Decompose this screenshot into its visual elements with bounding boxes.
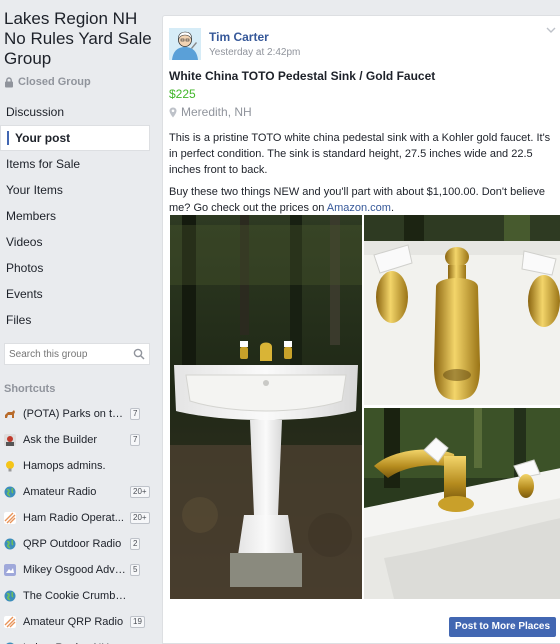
- photo-icon: [4, 564, 16, 576]
- shortcut-item[interactable]: Mikey Osgood Adve... 5: [0, 557, 158, 583]
- dog-icon: [5, 410, 15, 418]
- shortcut-label: Mikey Osgood Adve...: [23, 564, 127, 576]
- shortcuts-list: (POTA) Parks on the ... 7 Ask the Builder 7…: [0, 401, 158, 644]
- notification-count-badge: 7: [130, 434, 141, 446]
- post-timestamp[interactable]: Yesterday at 2:42pm: [209, 47, 300, 58]
- group-title[interactable]: Lakes Region NH No Rules Yard Sale Group: [0, 0, 158, 69]
- nav-item-items-for-sale[interactable]: Items for Sale: [0, 151, 158, 177]
- left-sidebar: Lakes Region NH No Rules Yard Sale Group…: [0, 0, 158, 644]
- photo-pedestal-sink[interactable]: [170, 215, 362, 599]
- shortcut-label: Hamops admins.: [23, 460, 106, 472]
- lines-icon: [4, 512, 16, 524]
- nav-item-events[interactable]: Events: [0, 281, 158, 307]
- photo-faucet-side[interactable]: [364, 408, 560, 599]
- nav-item-videos[interactable]: Videos: [0, 229, 158, 255]
- listing-price: $225: [169, 87, 196, 101]
- shortcut-label: Amateur Radio: [23, 486, 97, 498]
- listing-location: Meredith, NH: [163, 102, 560, 120]
- post-text: .: [390, 202, 395, 214]
- sale-post: Tim Carter Yesterday at 2:42pm White Chi…: [162, 15, 560, 644]
- notification-count-badge: 20+: [130, 512, 150, 524]
- shortcut-label: QRP Outdoor Radio: [23, 538, 122, 550]
- nav-item-discussion[interactable]: Discussion: [0, 99, 158, 125]
- search-input[interactable]: [9, 348, 133, 360]
- group-nav: Discussion Your post Items for Sale Your It…: [0, 99, 158, 333]
- shortcut-item[interactable]: Ham Radio Operat... 20+: [0, 505, 158, 531]
- photo-grid: [170, 215, 560, 599]
- shortcut-item[interactable]: Amateur QRP Radio 19: [0, 609, 158, 635]
- search-icon[interactable]: [133, 348, 145, 360]
- shortcut-item[interactable]: The Cookie Crumble Q...: [0, 583, 158, 609]
- shortcut-item[interactable]: Hamops admins.: [0, 453, 158, 479]
- builder-icon: [4, 434, 16, 446]
- notification-count-badge: 20+: [130, 486, 150, 498]
- amazon-link[interactable]: Amazon.com: [327, 202, 391, 214]
- globe-icon: [4, 486, 16, 498]
- shortcut-item[interactable]: Ask the Builder 7: [0, 427, 158, 453]
- nav-item-your-items[interactable]: Your Items: [0, 177, 158, 203]
- photo-gold-faucet[interactable]: [364, 215, 560, 405]
- shortcuts-heading: Shortcuts: [4, 383, 56, 395]
- post-paragraph: Buy these two things NEW and you'll part…: [169, 184, 554, 216]
- shortcut-label: Ask the Builder: [23, 434, 97, 446]
- nav-item-photos[interactable]: Photos: [0, 255, 158, 281]
- post-body: This is a pristine TOTO white china pede…: [163, 120, 560, 216]
- notification-count-badge: 19: [130, 616, 145, 628]
- shortcut-label: Ham Radio Operat...: [23, 512, 124, 524]
- group-privacy: Closed Group: [0, 69, 158, 91]
- nav-item-files[interactable]: Files: [0, 307, 158, 333]
- shortcut-label: Amateur QRP Radio: [23, 616, 124, 628]
- nav-item-members[interactable]: Members: [0, 203, 158, 229]
- post-header: Tim Carter Yesterday at 2:42pm: [163, 16, 560, 62]
- shortcut-item[interactable]: (POTA) Parks on the ... 7: [0, 401, 158, 427]
- shortcut-item[interactable]: QRP Outdoor Radio 2: [0, 531, 158, 557]
- listing-title: White China TOTO Pedestal Sink / Gold Fa…: [169, 69, 436, 83]
- lines-icon: [4, 616, 16, 628]
- lock-icon: [5, 76, 13, 87]
- notification-count-badge: 5: [130, 564, 141, 576]
- lightbulb-icon: [6, 461, 14, 472]
- globe-icon: [4, 538, 16, 550]
- nav-item-your-post[interactable]: Your post: [0, 125, 150, 151]
- author-name[interactable]: Tim Carter: [209, 30, 300, 44]
- avatar[interactable]: [169, 28, 201, 60]
- group-privacy-label: Closed Group: [18, 76, 91, 88]
- location-pin-icon: [169, 107, 177, 117]
- group-search[interactable]: [4, 343, 150, 365]
- shortcut-item[interactable]: Amateur Radio 20+: [0, 479, 158, 505]
- location-label: Meredith, NH: [181, 105, 252, 119]
- globe-icon: [4, 590, 16, 602]
- notification-count-badge: 2: [130, 538, 141, 550]
- chevron-down-icon[interactable]: [546, 26, 556, 34]
- shortcut-item[interactable]: Lakes Region NH No R...: [0, 635, 158, 644]
- post-paragraph: This is a pristine TOTO white china pede…: [169, 132, 551, 176]
- shortcut-label: The Cookie Crumble Q...: [23, 590, 127, 602]
- post-to-more-places-button[interactable]: Post to More Places: [449, 617, 556, 637]
- notification-count-badge: 7: [130, 408, 141, 420]
- shortcut-label: (POTA) Parks on the ...: [23, 408, 127, 420]
- author-block: Tim Carter Yesterday at 2:42pm: [209, 30, 300, 58]
